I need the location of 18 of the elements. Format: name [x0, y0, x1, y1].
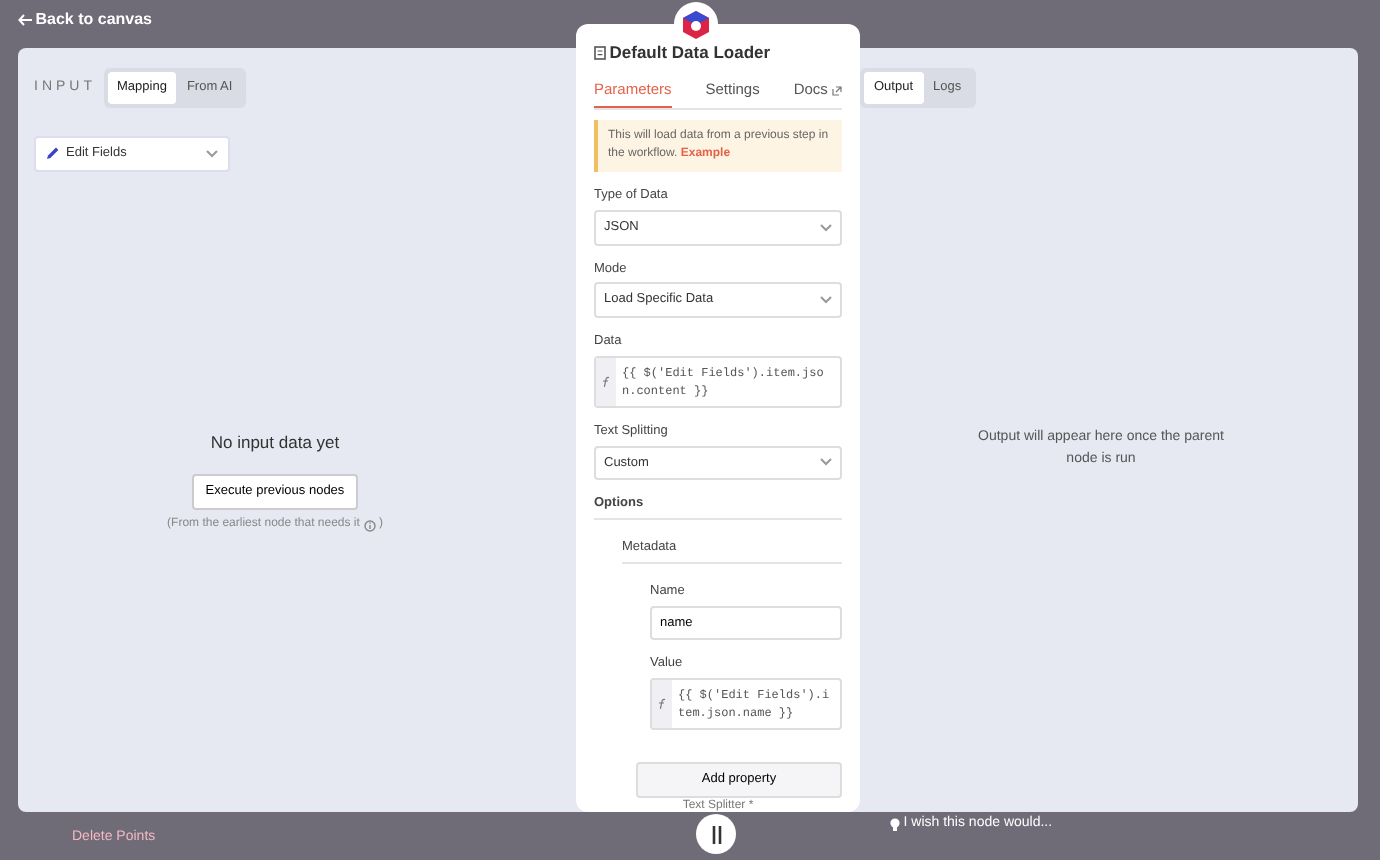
- arrow-left-icon: [18, 14, 32, 26]
- document-icon: [594, 45, 606, 60]
- info-icon: [363, 519, 376, 531]
- empty-state-title: No input data yet: [210, 429, 340, 455]
- function-icon: [600, 375, 612, 388]
- pencil-icon: [46, 146, 60, 161]
- back-to-canvas-link[interactable]: Back to canvas: [18, 8, 153, 32]
- chevron-down-icon: [206, 149, 218, 158]
- pause-bars-icon: [711, 825, 721, 843]
- hexagon-logo-icon: [682, 9, 710, 39]
- function-icon: [656, 698, 668, 710]
- external-link-icon: [832, 85, 842, 96]
- chevron-down-icon: [820, 458, 832, 467]
- node-title: Default Data Loader: [609, 40, 771, 66]
- lightbulb-icon: [890, 817, 900, 832]
- chevron-down-icon: [820, 296, 832, 305]
- chevron-down-icon: [820, 223, 832, 232]
- drag-handle[interactable]: [696, 814, 736, 854]
